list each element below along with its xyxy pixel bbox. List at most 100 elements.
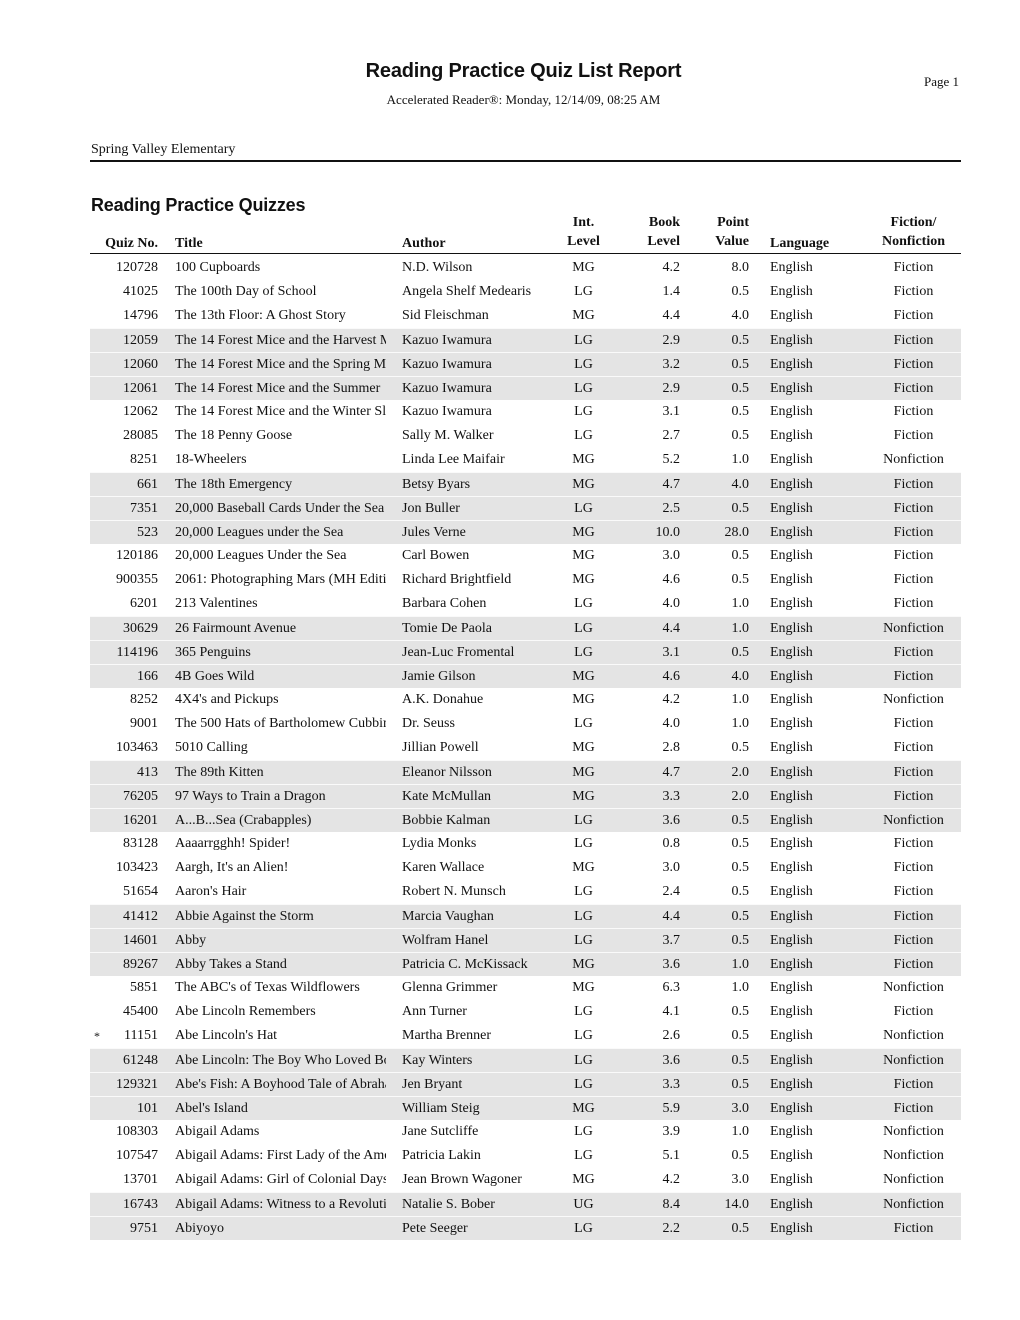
author-name: Betsy Byars [402, 477, 471, 492]
book-title: 20,000 Leagues under the Sea [175, 525, 344, 540]
report-subtitle: Accelerated Reader®: Monday, 12/14/09, 0… [386, 92, 661, 107]
book-title: Abbie Against the Storm [175, 909, 314, 924]
author-name: Richard Brightfield [402, 572, 512, 587]
table-row: 16743 Abigail Adams: Witness to a Revolut… [90, 1192, 961, 1216]
language: English [770, 765, 813, 780]
language: English [770, 645, 813, 660]
book-level: 2.2 [662, 1221, 681, 1236]
book-title: 4B Goes Wild [175, 669, 255, 684]
point-value: 8.0 [731, 260, 750, 275]
point-value: 4.0 [731, 477, 750, 492]
language: English [770, 596, 813, 611]
book-title: The 13th Floor: A Ghost Story [175, 308, 346, 323]
language: English [770, 860, 813, 875]
author-name: Kazuo Iwamura [402, 333, 492, 348]
author-name: N.D. Wilson [402, 260, 473, 275]
book-title: The 14 Forest Mice and the Spring Meadow [175, 357, 386, 372]
quiz-number: 6201 [130, 596, 158, 611]
point-value: 0.5 [731, 1028, 750, 1043]
author-name: Jean Brown Wagoner [402, 1172, 522, 1187]
book-level: 4.7 [662, 765, 681, 780]
point-value: 3.0 [731, 1172, 750, 1187]
point-value: 4.0 [731, 308, 750, 323]
language: English [770, 501, 813, 516]
book-level: 3.3 [662, 789, 681, 804]
quiz-number: 103423 [116, 860, 158, 875]
column-header-quiz-no: Quiz No. [105, 236, 158, 251]
interest-level: LG [574, 1124, 593, 1139]
interest-level: LG [574, 813, 593, 828]
book-title: Abe Lincoln's Hat [175, 1028, 278, 1043]
author-name: Angela Shelf Medearis [402, 284, 532, 299]
interest-level: LG [574, 1028, 593, 1043]
fiction-type: Nonfiction [883, 980, 944, 995]
point-value: 0.5 [731, 909, 750, 924]
book-level: 4.2 [662, 260, 681, 275]
school-name: Spring Valley Elementary [91, 142, 236, 157]
fiction-type: Fiction [893, 308, 934, 323]
quiz-number: 661 [137, 477, 158, 492]
language: English [770, 381, 813, 396]
quiz-number: 9751 [130, 1221, 158, 1236]
table-row: 12061 The 14 Forest Mice and the Summer Ka… [90, 376, 961, 400]
language: English [770, 716, 813, 731]
table-row: 41025 The 100th Day of School Angela Shelf… [90, 280, 961, 304]
quiz-number: 30629 [123, 621, 158, 636]
fiction-type: Fiction [893, 260, 934, 275]
fiction-type: Fiction [893, 884, 934, 899]
column-header-int-level-line2: Level [567, 234, 600, 249]
language: English [770, 1028, 813, 1043]
author-name: Ann Turner [402, 1004, 467, 1019]
author-name: Tomie De Paola [402, 621, 492, 636]
column-header-int-level: Int. Level [555, 213, 612, 251]
language: English [770, 548, 813, 563]
fiction-type: Nonfiction [883, 1028, 944, 1043]
author-name: Bobbie Kalman [402, 813, 491, 828]
report-title: Reading Practice Quiz List Report [365, 60, 682, 82]
table-row: 9001 The 500 Hats of Bartholomew Cubbins D… [90, 712, 961, 736]
author-name: Sally M. Walker [402, 428, 494, 443]
column-header-fiction: Fiction/ Nonfiction [870, 213, 957, 251]
column-header-fiction-line2: Nonfiction [882, 234, 945, 249]
point-value: 1.0 [731, 716, 750, 731]
language: English [770, 1053, 813, 1068]
interest-level: LG [574, 716, 593, 731]
quiz-number: 900355 [116, 572, 158, 587]
fiction-type: Fiction [893, 428, 934, 443]
quiz-number: 28085 [123, 428, 158, 443]
book-title: The 18th Emergency [175, 477, 293, 492]
interest-level: MG [572, 548, 595, 563]
interest-level: MG [572, 957, 595, 972]
author-name: Kate McMullan [402, 789, 492, 804]
author-name: Linda Lee Maifair [402, 452, 505, 467]
table-row: 61248 Abe Lincoln: The Boy Who Loved Book… [90, 1048, 961, 1072]
language: English [770, 333, 813, 348]
quiz-number: 14796 [123, 308, 158, 323]
quiz-number: 16201 [123, 813, 158, 828]
point-value: 0.5 [731, 836, 750, 851]
quiz-number: 83128 [123, 836, 158, 851]
interest-level: MG [572, 1172, 595, 1187]
book-level: 4.0 [662, 716, 681, 731]
column-header-point-value: Point Value [695, 213, 749, 251]
language: English [770, 260, 813, 275]
point-value: 0.5 [731, 428, 750, 443]
book-level: 2.7 [662, 428, 681, 443]
quiz-number: 11151 [124, 1028, 158, 1043]
point-value: 0.5 [731, 381, 750, 396]
fiction-type: Fiction [893, 1004, 934, 1019]
point-value: 0.5 [731, 1053, 750, 1068]
interest-level: MG [572, 572, 595, 587]
table-row: 523 20,000 Leagues under the Sea Jules Ver… [90, 520, 961, 544]
book-title: 213 Valentines [175, 596, 258, 611]
book-level: 3.6 [662, 1053, 681, 1068]
book-level: 5.9 [662, 1101, 681, 1116]
point-value: 4.0 [731, 669, 750, 684]
book-level: 3.3 [662, 1077, 681, 1092]
language: English [770, 404, 813, 419]
point-value: 1.0 [731, 957, 750, 972]
table-row: 108303 Abigail Adams Jane Sutcliffe LG 3.9 1.… [90, 1120, 961, 1144]
quiz-number: 8252 [130, 692, 158, 707]
table-row: 166 4B Goes Wild Jamie Gilson MG 4.6 4.0 Engli… [90, 664, 961, 688]
table-row: 8251 18-Wheelers Linda Lee Maifair MG 5.2 1.0… [90, 448, 961, 472]
